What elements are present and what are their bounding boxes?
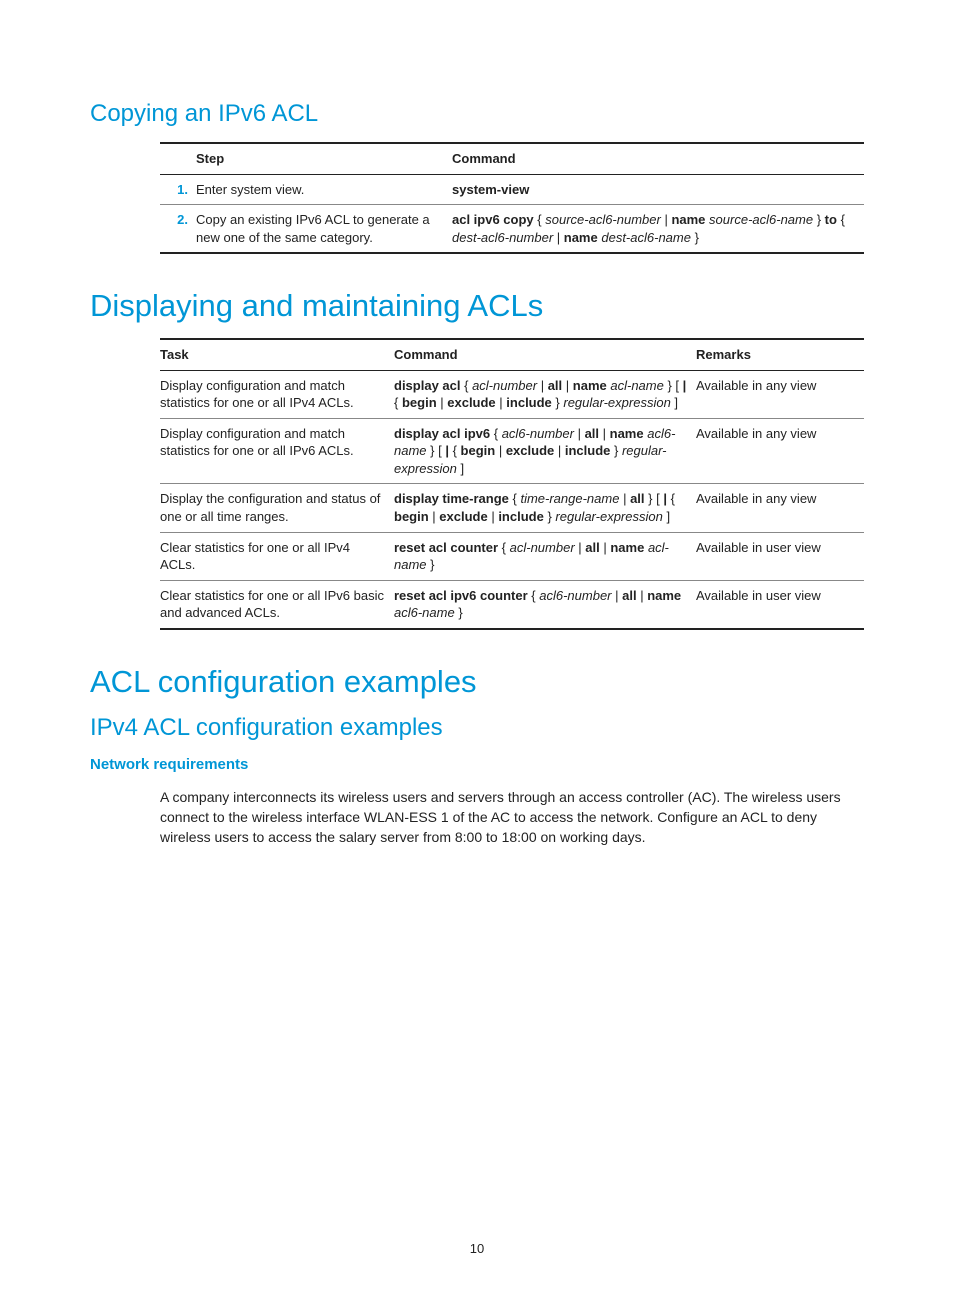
heading-network-requirements: Network requirements [90, 756, 864, 773]
heading-acl-config-examples: ACL configuration examples [90, 664, 864, 700]
heading-ipv4-acl-config-examples: IPv4 ACL configuration examples [90, 714, 864, 742]
table-row: Display the configuration and status of … [160, 484, 864, 532]
task-text: Display the configuration and status of … [160, 484, 394, 532]
th-remarks: Remarks [696, 339, 864, 370]
command-text: reset acl ipv6 counter { acl6-number | a… [394, 580, 696, 629]
remarks-text: Available in any view [696, 370, 864, 418]
step-text: Enter system view. [196, 174, 452, 205]
remarks-text: Available in any view [696, 484, 864, 532]
table-header-row: Step Command [160, 143, 864, 174]
page: Copying an IPv6 ACL Step Command 1.Enter… [0, 0, 954, 1296]
table-row: Clear statistics for one or all IPv6 bas… [160, 580, 864, 629]
step-number: 1. [160, 174, 196, 205]
task-text: Clear statistics for one or all IPv6 bas… [160, 580, 394, 629]
table-displaying: Task Command Remarks Display configurati… [160, 338, 864, 630]
command-text: display time-range { time-range-name | a… [394, 484, 696, 532]
step-text: Copy an existing IPv6 ACL to generate a … [196, 205, 452, 254]
table-header-row: Task Command Remarks [160, 339, 864, 370]
remarks-text: Available in user view [696, 532, 864, 580]
th-step: Step [196, 143, 452, 174]
remarks-text: Available in user view [696, 580, 864, 629]
table-copying: Step Command 1.Enter system view.system-… [160, 142, 864, 254]
command-text: acl ipv6 copy { source-acl6-number | nam… [452, 205, 864, 254]
table-row: Display configuration and match statisti… [160, 370, 864, 418]
task-text: Clear statistics for one or all IPv4 ACL… [160, 532, 394, 580]
task-text: Display configuration and match statisti… [160, 370, 394, 418]
heading-displaying-maintaining: Displaying and maintaining ACLs [90, 288, 864, 324]
step-number: 2. [160, 205, 196, 254]
remarks-text: Available in any view [696, 418, 864, 484]
th-task: Task [160, 339, 394, 370]
table-row: 1.Enter system view.system-view [160, 174, 864, 205]
command-text: reset acl counter { acl-number | all | n… [394, 532, 696, 580]
table-row: 2.Copy an existing IPv6 ACL to generate … [160, 205, 864, 254]
paragraph-network-requirements: A company interconnects its wireless use… [160, 787, 864, 848]
th-command: Command [394, 339, 696, 370]
th-command: Command [452, 143, 864, 174]
table-row: Clear statistics for one or all IPv4 ACL… [160, 532, 864, 580]
task-text: Display configuration and match statisti… [160, 418, 394, 484]
command-text: display acl ipv6 { acl6-number | all | n… [394, 418, 696, 484]
command-text: display acl { acl-number | all | name ac… [394, 370, 696, 418]
page-number: 10 [0, 1241, 954, 1256]
table-row: Display configuration and match statisti… [160, 418, 864, 484]
heading-copying-ipv6-acl: Copying an IPv6 ACL [90, 100, 864, 128]
command-text: system-view [452, 174, 864, 205]
